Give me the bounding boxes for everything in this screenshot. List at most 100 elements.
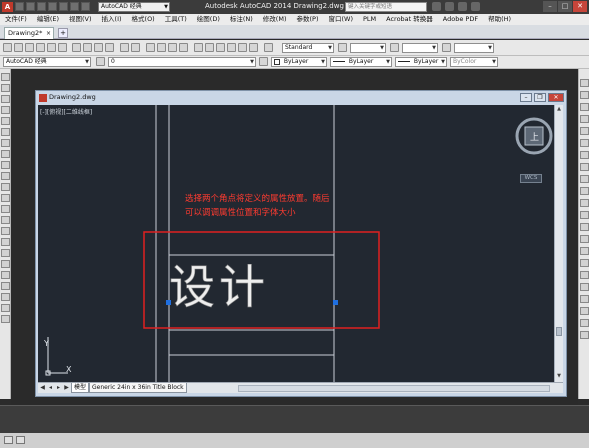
menu-tools[interactable]: 工具(T) xyxy=(160,14,192,25)
menu-plm[interactable]: PLM xyxy=(358,14,381,25)
plot-icon[interactable] xyxy=(36,43,45,52)
save-as-icon[interactable] xyxy=(48,2,57,11)
viewcube[interactable]: 上 xyxy=(513,112,557,172)
zoom-realtime-icon[interactable] xyxy=(157,43,166,52)
minimize-button[interactable]: – xyxy=(543,1,557,12)
grip-start[interactable] xyxy=(166,300,171,305)
menu-adobe-pdf[interactable]: Adobe PDF xyxy=(438,14,483,25)
user-icon[interactable] xyxy=(445,2,454,11)
scroll-down-icon[interactable]: ▼ xyxy=(556,373,562,379)
tab-layout-title-block[interactable]: Generic 24in x 36in Title Block xyxy=(89,383,187,393)
arc-icon[interactable] xyxy=(1,128,10,136)
multileader-style-icon[interactable] xyxy=(442,43,451,52)
save-icon[interactable] xyxy=(37,2,46,11)
offset-icon[interactable] xyxy=(580,115,589,123)
undo-icon[interactable] xyxy=(70,2,79,11)
ellipse-icon[interactable] xyxy=(1,172,10,180)
revision-cloud-icon[interactable] xyxy=(1,150,10,158)
properties-icon[interactable] xyxy=(194,43,203,52)
scroll-up-icon[interactable]: ▲ xyxy=(556,106,562,112)
region-icon[interactable] xyxy=(1,249,10,257)
scale-icon[interactable] xyxy=(580,163,589,171)
fillet-icon[interactable] xyxy=(580,247,589,255)
first-tab-icon[interactable]: ◀ xyxy=(39,384,46,392)
mirror-icon[interactable] xyxy=(580,103,589,111)
dim-style-icon[interactable] xyxy=(338,43,347,52)
copy-icon[interactable] xyxy=(580,91,589,99)
search-icon[interactable] xyxy=(432,2,441,11)
maximize-button[interactable]: □ xyxy=(558,1,572,12)
attribute-text[interactable]: 设计 xyxy=(169,260,269,315)
extend-icon[interactable] xyxy=(580,199,589,207)
menu-help[interactable]: 帮助(H) xyxy=(483,14,516,25)
color-select[interactable]: ByLayer ▼ xyxy=(271,57,327,67)
zoom-window-icon[interactable] xyxy=(168,43,177,52)
match-properties-icon[interactable] xyxy=(105,43,114,52)
pan-icon[interactable] xyxy=(580,295,589,303)
autocad-app-icon[interactable]: A xyxy=(2,2,13,12)
layer-properties-icon[interactable] xyxy=(96,57,105,66)
text-style-icon[interactable] xyxy=(264,43,273,52)
model-viewport[interactable]: [-][俯视][二维线框] 设计 Y X xyxy=(38,105,563,382)
close-icon[interactable]: × xyxy=(46,28,51,39)
blend-icon[interactable] xyxy=(580,259,589,267)
plot-icon[interactable] xyxy=(59,2,68,11)
new-icon[interactable] xyxy=(3,43,12,52)
dim-style-select[interactable]: ▼ xyxy=(350,43,386,53)
rotate-icon[interactable] xyxy=(580,151,589,159)
menu-insert[interactable]: 插入(I) xyxy=(97,14,127,25)
point-icon[interactable] xyxy=(1,216,10,224)
gradient-icon[interactable] xyxy=(1,238,10,246)
grip-end[interactable] xyxy=(333,300,338,305)
quickcalc-icon[interactable] xyxy=(249,43,258,52)
table-icon[interactable] xyxy=(1,260,10,268)
drawing-restore-button[interactable]: ❐ xyxy=(534,93,546,102)
make-block-icon[interactable] xyxy=(1,205,10,213)
viewcube-top-face[interactable]: 上 xyxy=(530,132,539,143)
tab-model[interactable]: 模型 xyxy=(71,383,90,393)
exchange-icon[interactable] xyxy=(458,2,467,11)
copy-icon[interactable] xyxy=(83,43,92,52)
drawing-minimize-button[interactable]: – xyxy=(520,93,532,102)
help-icon[interactable] xyxy=(471,2,480,11)
viewcube-compass[interactable]: 上 xyxy=(513,112,557,172)
construction-line-icon[interactable] xyxy=(1,84,10,92)
open-file-icon[interactable] xyxy=(26,2,35,11)
scroll-thumb[interactable] xyxy=(556,327,562,336)
markup-icon[interactable] xyxy=(238,43,247,52)
preview-icon[interactable] xyxy=(47,43,56,52)
new-file-icon[interactable] xyxy=(15,2,24,11)
sheet-set-icon[interactable] xyxy=(227,43,236,52)
paste-icon[interactable] xyxy=(94,43,103,52)
menu-modify[interactable]: 修改(M) xyxy=(258,14,292,25)
next-tab-icon[interactable]: ▸ xyxy=(55,384,62,392)
menu-window[interactable]: 窗口(W) xyxy=(323,14,358,25)
multiline-text-icon[interactable] xyxy=(1,271,10,279)
prev-tab-icon[interactable]: ◂ xyxy=(47,384,54,392)
menu-draw[interactable]: 绘图(D) xyxy=(192,14,225,25)
open-icon[interactable] xyxy=(14,43,23,52)
hatch-icon[interactable] xyxy=(1,227,10,235)
copy-object-icon[interactable] xyxy=(1,293,10,301)
steering-wheel-icon[interactable] xyxy=(580,331,589,339)
rectangle-icon[interactable] xyxy=(1,117,10,125)
layer-select[interactable]: 0 ▼ xyxy=(108,57,256,67)
menu-view[interactable]: 视图(V) xyxy=(64,14,97,25)
table-style-select[interactable]: ▼ xyxy=(402,43,438,53)
drawing-close-button[interactable]: ✕ xyxy=(548,93,564,102)
redo-icon[interactable] xyxy=(81,2,90,11)
explode-icon[interactable] xyxy=(580,271,589,279)
offset-icon[interactable] xyxy=(1,315,10,323)
zoom-icon[interactable] xyxy=(580,307,589,315)
drawing-window-titlebar[interactable]: Drawing2.dwg – ❐ ✕ xyxy=(36,91,566,105)
vertical-scrollbar[interactable]: ▲ ▼ xyxy=(554,105,563,382)
redo-icon[interactable] xyxy=(131,43,140,52)
tool-palettes-icon[interactable] xyxy=(216,43,225,52)
lineweight-select[interactable]: ByLayer ▼ xyxy=(395,57,447,67)
workspace-select[interactable]: AutoCAD 经典 ▼ xyxy=(3,57,91,67)
publish-icon[interactable] xyxy=(58,43,67,52)
new-tab-button[interactable]: + xyxy=(58,28,68,38)
workspace-selector[interactable]: AutoCAD 经典 ▼ xyxy=(98,2,170,12)
make-current-layer-icon[interactable] xyxy=(259,57,268,66)
menu-parametric[interactable]: 参数(P) xyxy=(291,14,323,25)
